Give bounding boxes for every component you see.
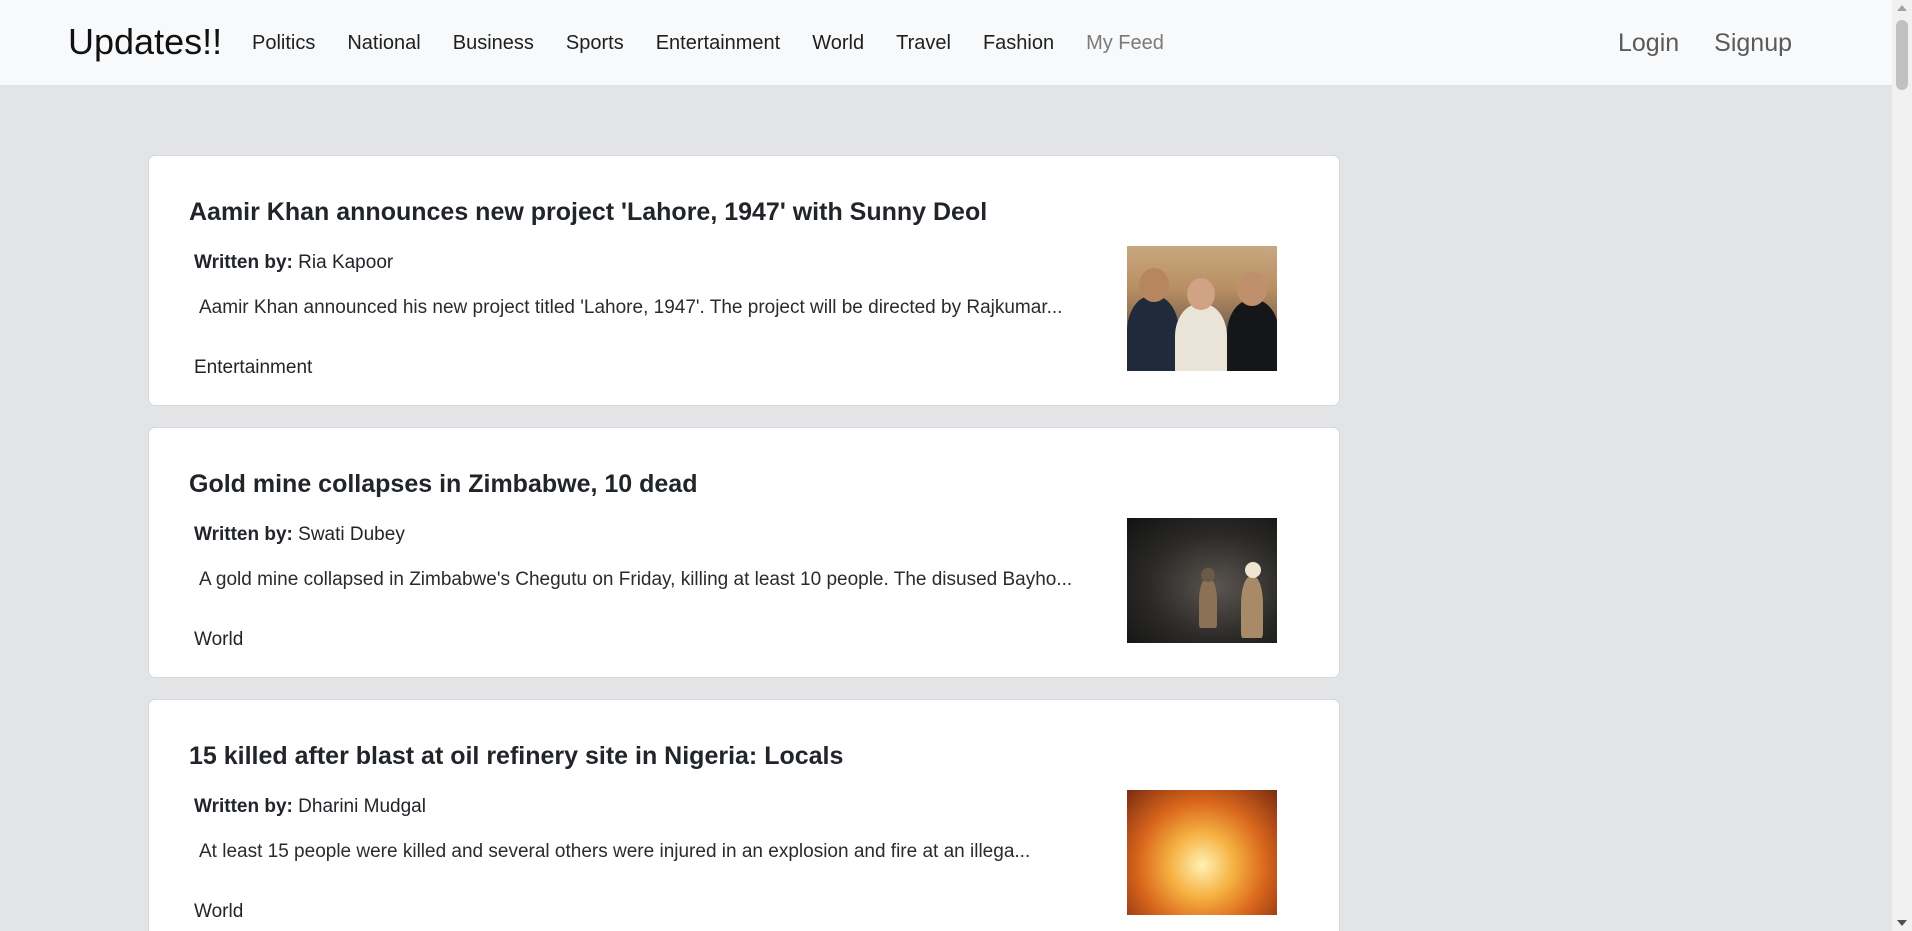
miner-shape <box>1199 578 1217 628</box>
nav-sports[interactable]: Sports <box>566 30 624 56</box>
person-shape <box>1175 304 1227 371</box>
nav-links: Politics National Business Sports Entert… <box>252 30 1196 56</box>
news-card: 15 killed after blast at oil refinery si… <box>148 699 1340 931</box>
news-excerpt: At least 15 people were killed and sever… <box>199 841 1031 862</box>
author-label: Written by: <box>194 796 293 817</box>
signup-link[interactable]: Signup <box>1714 27 1792 59</box>
news-thumbnail[interactable] <box>1127 246 1277 371</box>
helmet-shape <box>1201 568 1215 582</box>
face-shape <box>1187 278 1215 310</box>
news-title: 15 killed after blast at oil refinery si… <box>189 742 844 770</box>
news-thumbnail[interactable] <box>1127 790 1277 915</box>
news-title: Gold mine collapses in Zimbabwe, 10 dead <box>189 470 698 498</box>
author-name: Dharini Mudgal <box>298 796 426 817</box>
helmet-shape <box>1245 562 1261 578</box>
news-category: World <box>194 629 244 650</box>
nav-entertainment[interactable]: Entertainment <box>656 30 781 56</box>
nav-world[interactable]: World <box>812 30 864 56</box>
login-link[interactable]: Login <box>1618 27 1679 59</box>
author-label: Written by: <box>194 252 293 273</box>
news-thumbnail[interactable] <box>1127 518 1277 643</box>
face-shape <box>1237 272 1267 306</box>
nav-national[interactable]: National <box>347 30 420 56</box>
nav-business[interactable]: Business <box>453 30 534 56</box>
person-shape <box>1127 296 1179 371</box>
byline: Written by: Dharini Mudgal <box>194 795 426 819</box>
nav-fashion[interactable]: Fashion <box>983 30 1054 56</box>
byline: Written by: Swati Dubey <box>194 523 405 547</box>
auth-links: Login Signup <box>1618 27 1792 59</box>
scroll-up-arrow-icon[interactable] <box>1897 5 1907 11</box>
author-name: Ria Kapoor <box>298 252 394 273</box>
miner-shape <box>1241 576 1263 638</box>
scroll-thumb[interactable] <box>1896 20 1908 90</box>
byline: Written by: Ria Kapoor <box>194 251 393 275</box>
vertical-scrollbar[interactable] <box>1892 0 1912 931</box>
news-category: World <box>194 901 244 922</box>
person-shape <box>1227 300 1277 371</box>
news-category: Entertainment <box>194 357 313 378</box>
author-label: Written by: <box>194 524 293 545</box>
nav-my-feed[interactable]: My Feed <box>1086 30 1164 56</box>
scroll-down-arrow-icon[interactable] <box>1897 920 1907 926</box>
news-excerpt: Aamir Khan announced his new project tit… <box>199 297 1063 318</box>
news-card: Gold mine collapses in Zimbabwe, 10 dead… <box>148 427 1340 678</box>
nav-travel[interactable]: Travel <box>896 30 951 56</box>
face-shape <box>1139 268 1169 302</box>
brand-logo[interactable]: Updates!! <box>68 20 222 64</box>
news-excerpt: A gold mine collapsed in Zimbabwe's Cheg… <box>199 569 1073 590</box>
nav-politics[interactable]: Politics <box>252 30 315 56</box>
news-title: Aamir Khan announces new project 'Lahore… <box>189 198 988 226</box>
navbar: Updates!! Politics National Business Spo… <box>0 0 1892 85</box>
author-name: Swati Dubey <box>298 524 405 545</box>
news-card: Aamir Khan announces new project 'Lahore… <box>148 155 1340 406</box>
news-feed: Aamir Khan announces new project 'Lahore… <box>148 155 1340 931</box>
